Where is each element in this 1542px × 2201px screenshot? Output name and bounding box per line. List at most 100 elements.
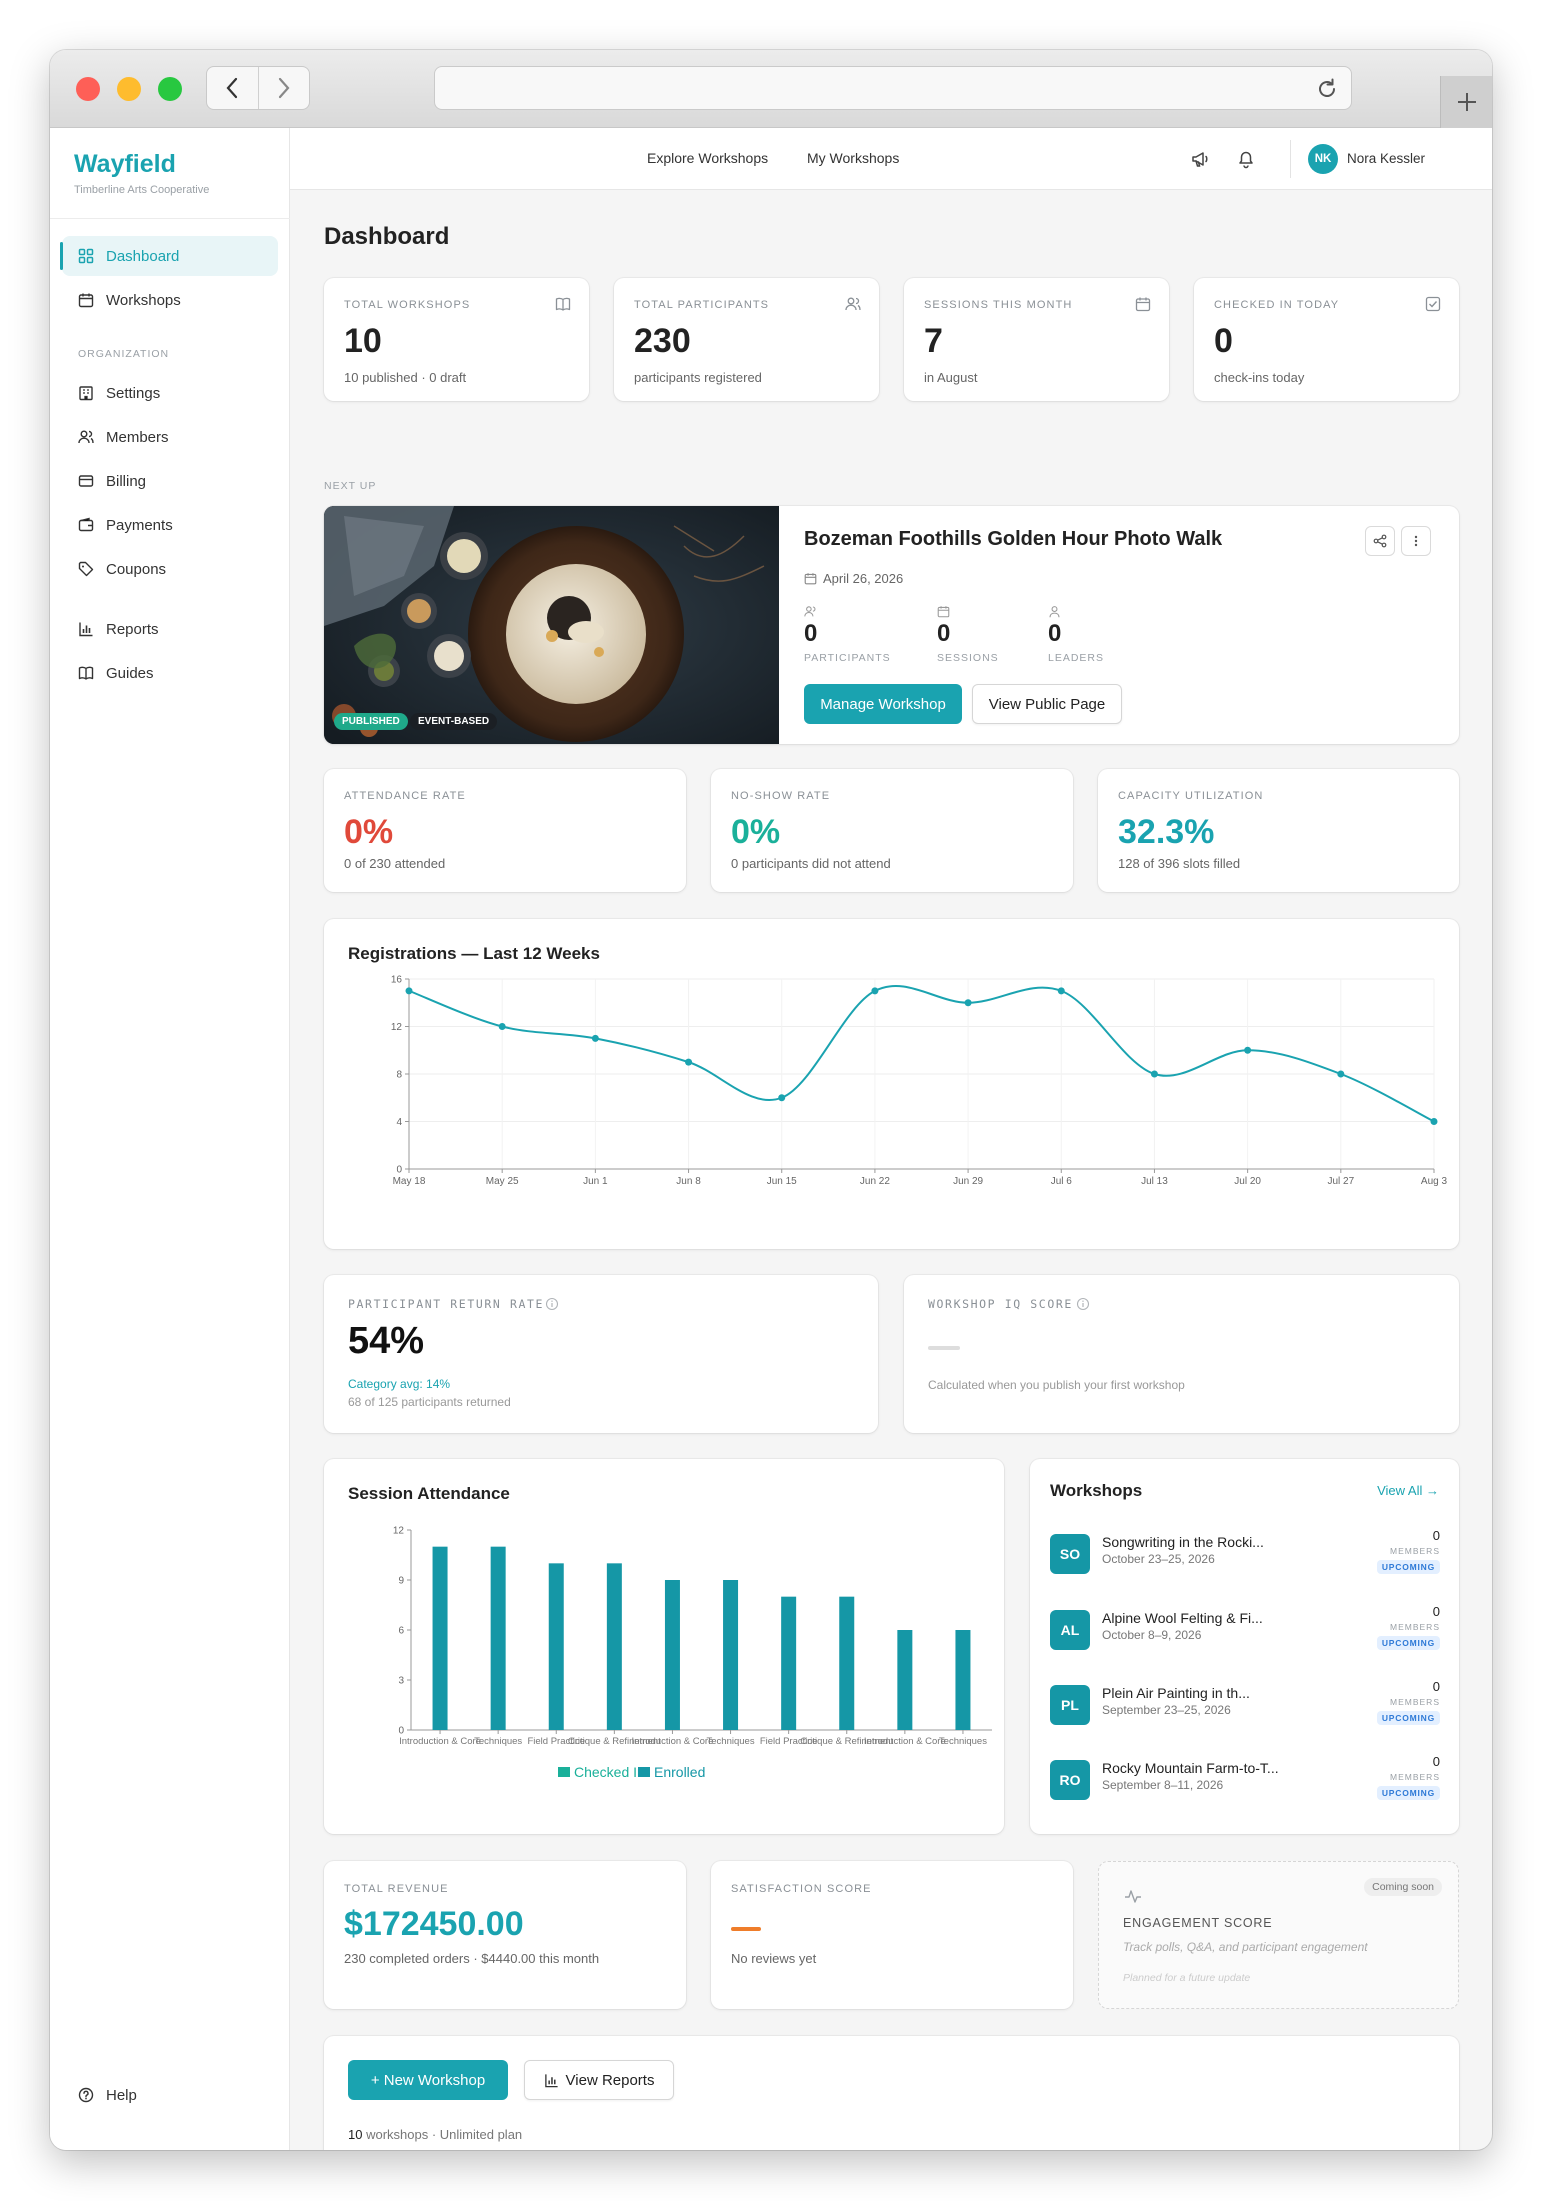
sidebar-item-label: Dashboard xyxy=(106,247,180,265)
sidebar-item-reports[interactable]: Reports xyxy=(62,609,278,649)
return-rate-label: PARTICIPANT RETURN RATE xyxy=(348,1297,545,1311)
avatar[interactable]: NK xyxy=(1308,144,1338,174)
y-tick-label: 0 xyxy=(396,1165,402,1176)
sessions-count: 0 xyxy=(937,620,951,647)
view-all-link[interactable]: View All → xyxy=(1377,1483,1439,1498)
sidebar-item-help[interactable]: Help xyxy=(62,2075,278,2115)
close-window-button[interactable] xyxy=(76,77,100,101)
x-tick-label: Aug 3 xyxy=(1421,1176,1448,1187)
no-show-rate-card: NO-SHOW RATE 0% 0 participants did not a… xyxy=(711,769,1073,892)
total-revenue-card: TOTAL REVENUE $172450.00 230 completed o… xyxy=(324,1861,686,2009)
y-tick-label: 12 xyxy=(393,1526,405,1537)
members-count: 0 xyxy=(1432,1679,1440,1694)
sidebar-item-workshops[interactable]: Workshops xyxy=(62,280,278,320)
workshop-name: Rocky Mountain Farm-to-T... xyxy=(1102,1760,1279,1776)
top-navigation: Explore Workshops My Workshops NK Nora K… xyxy=(290,128,1492,190)
nav-my-workshops[interactable]: My Workshops xyxy=(807,150,899,166)
list-item[interactable]: PL Plein Air Painting in th... September… xyxy=(1050,1679,1440,1741)
workshop-initials: AL xyxy=(1050,1610,1090,1650)
data-point xyxy=(1337,1070,1345,1078)
sidebar-item-label: Guides xyxy=(106,664,154,682)
data-point xyxy=(964,999,972,1007)
maximize-window-button[interactable] xyxy=(158,77,182,101)
new-workshop-button[interactable]: + New Workshop xyxy=(348,2060,508,2100)
bar-enrolled xyxy=(606,1563,622,1730)
stat-card-total-participants: TOTAL PARTICIPANTS 230 participants regi… xyxy=(614,278,879,401)
workshop-name: Songwriting in the Rocki... xyxy=(1102,1534,1264,1550)
sidebar-item-dashboard[interactable]: Dashboard xyxy=(60,236,278,276)
info-icon[interactable] xyxy=(545,1297,559,1311)
data-point xyxy=(591,1034,599,1042)
bar-enrolled xyxy=(548,1563,564,1730)
participants-label: PARTICIPANTS xyxy=(804,652,891,664)
bell-icon[interactable] xyxy=(1235,148,1257,170)
view-reports-button[interactable]: View Reports xyxy=(524,2060,674,2100)
x-tick-label: Introduction & Core xyxy=(399,1736,481,1747)
x-tick-label: Jul 20 xyxy=(1234,1176,1261,1187)
sidebar-item-members[interactable]: Members xyxy=(62,417,278,457)
reload-icon[interactable] xyxy=(1315,77,1339,101)
y-tick-label: 4 xyxy=(396,1117,402,1128)
workshop-cover-image[interactable]: PUBLISHED EVENT-BASED xyxy=(324,506,779,744)
list-item[interactable]: RO Rocky Mountain Farm-to-T... September… xyxy=(1050,1754,1440,1816)
workshop-title[interactable]: Bozeman Foothills Golden Hour Photo Walk xyxy=(804,528,1222,551)
stat-label: SESSIONS THIS MONTH xyxy=(924,299,1073,311)
tag-icon xyxy=(78,561,102,577)
type-badge-event-based: EVENT-BASED xyxy=(410,713,498,730)
participant-return-rate-card: PARTICIPANT RETURN RATE 54% Category avg… xyxy=(324,1275,878,1433)
more-options-button[interactable] xyxy=(1401,526,1431,556)
satisfaction-score-card: SATISFACTION SCORE No reviews yet xyxy=(711,1861,1073,2009)
stat-sub: 10 published · 0 draft xyxy=(344,370,467,385)
legend-label: Enrolled xyxy=(654,1764,705,1780)
share-button[interactable] xyxy=(1365,526,1395,556)
bar-enrolled xyxy=(955,1630,971,1730)
list-item[interactable]: AL Alpine Wool Felting & Fi... October 8… xyxy=(1050,1604,1440,1666)
registrations-chart-card: Registrations — Last 12 Weeks 0 4 8 12 16 May… xyxy=(324,919,1459,1249)
list-item[interactable]: SO Songwriting in the Rocki... October 2… xyxy=(1050,1528,1440,1590)
capacity-utilization-card: CAPACITY UTILIZATION 32.3% 128 of 396 sl… xyxy=(1098,769,1459,892)
brand-logo[interactable]: Wayfield xyxy=(74,150,176,179)
iq-score-sub: Calculated when you publish your first w… xyxy=(928,1378,1185,1392)
x-tick-label: Introduction & Core xyxy=(632,1736,714,1747)
address-bar[interactable] xyxy=(434,66,1352,110)
sidebar-item-billing[interactable]: Billing xyxy=(62,461,278,501)
x-tick-label: May 18 xyxy=(393,1176,426,1187)
rate-label: NO-SHOW RATE xyxy=(731,790,831,802)
y-tick-label: 3 xyxy=(398,1676,404,1687)
coming-soon-badge: Coming soon xyxy=(1364,1878,1442,1896)
megaphone-icon[interactable] xyxy=(1190,148,1212,170)
view-reports-label: View Reports xyxy=(565,2071,655,2089)
x-tick-label: Jun 1 xyxy=(583,1176,608,1187)
sidebar-item-guides[interactable]: Guides xyxy=(62,653,278,693)
minimize-window-button[interactable] xyxy=(117,77,141,101)
stat-card-total-workshops: TOTAL WORKSHOPS 10 10 published · 0 draf… xyxy=(324,278,589,401)
back-button[interactable] xyxy=(207,67,258,109)
leaders-count: 0 xyxy=(1048,620,1062,647)
category-average: Category avg: 14% xyxy=(348,1377,451,1391)
rate-sub: 0 of 230 attended xyxy=(344,856,446,871)
members-label: MEMBERS xyxy=(1390,1622,1440,1632)
sidebar-item-payments[interactable]: Payments xyxy=(62,505,278,545)
forward-button[interactable] xyxy=(257,67,310,109)
food-photo-illustration xyxy=(324,506,779,744)
view-public-page-button[interactable]: View Public Page xyxy=(972,684,1122,724)
x-tick-label: Jul 27 xyxy=(1327,1176,1354,1187)
sidebar-item-settings[interactable]: Settings xyxy=(62,373,278,413)
book-icon xyxy=(78,665,102,681)
nav-explore-workshops[interactable]: Explore Workshops xyxy=(647,150,768,166)
sidebar-item-coupons[interactable]: Coupons xyxy=(62,549,278,589)
engagement-note: Planned for a future update xyxy=(1123,1972,1251,1984)
info-icon[interactable] xyxy=(1076,1297,1090,1311)
stat-value: 7 xyxy=(924,322,943,360)
plan-summary: 10 workshops · Unlimited plan xyxy=(348,2127,522,2142)
manage-workshop-button[interactable]: Manage Workshop xyxy=(804,684,962,724)
workshop-iq-score-card: WORKSHOP IQ SCORE Calculated when you pu… xyxy=(904,1275,1459,1433)
rate-value: 32.3% xyxy=(1118,813,1215,851)
registrations-line-chart: 0 4 8 12 16 May 18 May 25 Jun 1 Jun 8 Jun 15 Jun 2… xyxy=(391,975,1448,1188)
bar-enrolled xyxy=(490,1546,506,1730)
new-tab-button[interactable] xyxy=(1440,76,1492,128)
bar-chart-icon xyxy=(78,621,102,637)
user-name[interactable]: Nora Kessler xyxy=(1347,151,1425,166)
sidebar-section-label: ORGANIZATION xyxy=(78,348,170,360)
session-attendance-bar-chart: 036912Introduction & CoreTechniques Field… xyxy=(393,1526,992,1780)
